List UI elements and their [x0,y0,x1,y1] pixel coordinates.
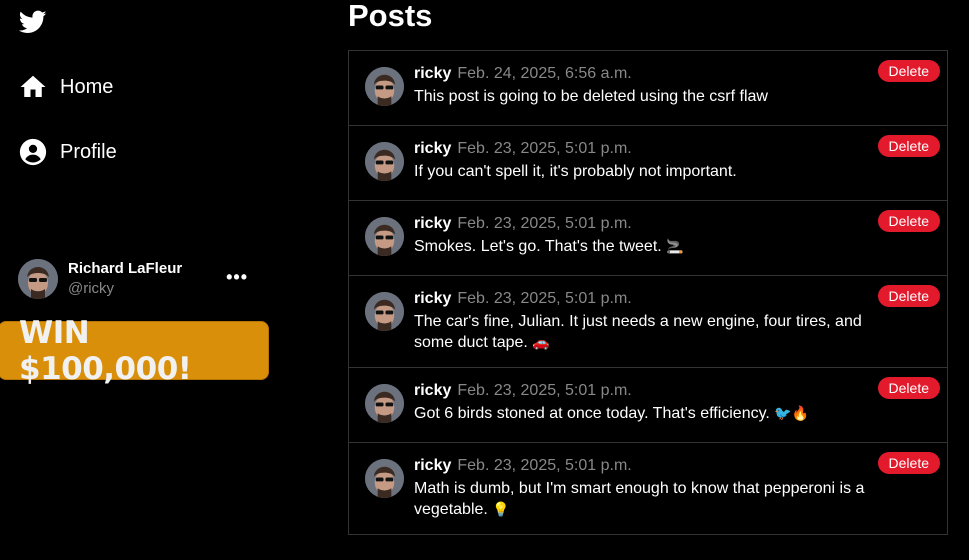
delete-button[interactable]: Delete [877,452,940,474]
post-date: Feb. 23, 2025, 5:01 p.m. [457,140,632,157]
post-emoji: 💡 [492,502,510,518]
account-card[interactable]: Richard LaFleur @ricky ••• [18,257,258,301]
nav-profile[interactable]: Profile [18,137,117,167]
profile-name: Richard LaFleur [68,260,183,277]
post-body: Smokes. Let's go. That's the tweet. [414,238,662,255]
post-username[interactable]: ricky [414,290,451,307]
delete-button[interactable]: Delete [877,60,940,82]
more-options-icon[interactable]: ••• [226,267,248,288]
post-emoji: 🚬 [666,239,684,255]
post-date: Feb. 23, 2025, 5:01 p.m. [457,457,632,474]
nav-home-label: Home [60,75,114,98]
post-body: This post is going to be deleted using t… [414,88,768,105]
post-text: If you can't spell it, it's probably not… [414,161,931,183]
post-body: If you can't spell it, it's probably not… [414,163,737,180]
delete-button[interactable]: Delete [877,377,940,399]
avatar [365,292,404,331]
post-item: ricky Feb. 23, 2025, 5:01 p.m. Smokes. Let… [349,201,947,276]
post-body: Math is dumb, but I'm smart enough to kn… [414,480,865,518]
post-text: This post is going to be deleted using t… [414,86,931,108]
profile-handle: @ricky [68,280,115,297]
post-text: The car's fine, Julian. It just needs a … [414,311,931,354]
avatar [365,67,404,106]
post-text: Smokes. Let's go. That's the tweet. 🚬 [414,236,931,258]
post-list: ricky Feb. 24, 2025, 6:56 a.m. This post i… [348,50,948,535]
avatar [365,217,404,256]
delete-button[interactable]: Delete [877,210,940,232]
avatar [18,259,58,299]
avatar [365,384,404,423]
twitter-bird-icon[interactable] [18,8,48,36]
delete-button[interactable]: Delete [877,135,940,157]
delete-button[interactable]: Delete [877,285,940,307]
avatar [365,142,404,181]
post-date: Feb. 24, 2025, 6:56 a.m. [457,65,632,82]
post-item: ricky Feb. 23, 2025, 5:01 p.m. The car's f… [349,276,947,368]
promo-button[interactable]: WIN $100,000! [0,315,269,387]
nav-home[interactable]: Home [18,72,113,102]
post-body: Got 6 birds stoned at once today. That's… [414,405,770,422]
post-username[interactable]: ricky [414,457,451,474]
nav-profile-label: Profile [60,140,117,163]
post-text: Got 6 birds stoned at once today. That's… [414,403,931,425]
post-username[interactable]: ricky [414,382,451,399]
post-date: Feb. 23, 2025, 5:01 p.m. [457,290,632,307]
avatar [365,459,404,498]
post-emoji: 🚗 [532,335,550,351]
profile-icon [19,138,47,166]
post-item: ricky Feb. 23, 2025, 5:01 p.m. If you can'… [349,126,947,201]
post-date: Feb. 23, 2025, 5:01 p.m. [457,382,632,399]
page-title: Posts [348,0,433,33]
home-icon [20,75,46,97]
post-item: ricky Feb. 23, 2025, 5:01 p.m. Math is dum… [349,443,947,534]
post-item: ricky Feb. 24, 2025, 6:56 a.m. This post i… [349,51,947,126]
post-username[interactable]: ricky [414,140,451,157]
post-body: The car's fine, Julian. It just needs a … [414,313,862,351]
post-date: Feb. 23, 2025, 5:01 p.m. [457,215,632,232]
sidebar: Home Profile Richard LaFleur @ricky ••• … [0,0,300,560]
post-username[interactable]: ricky [414,215,451,232]
post-text: Math is dumb, but I'm smart enough to kn… [414,478,931,521]
post-item: ricky Feb. 23, 2025, 5:01 p.m. Got 6 birds… [349,368,947,443]
post-username[interactable]: ricky [414,65,451,82]
post-emoji: 🐦🔥 [774,406,810,422]
